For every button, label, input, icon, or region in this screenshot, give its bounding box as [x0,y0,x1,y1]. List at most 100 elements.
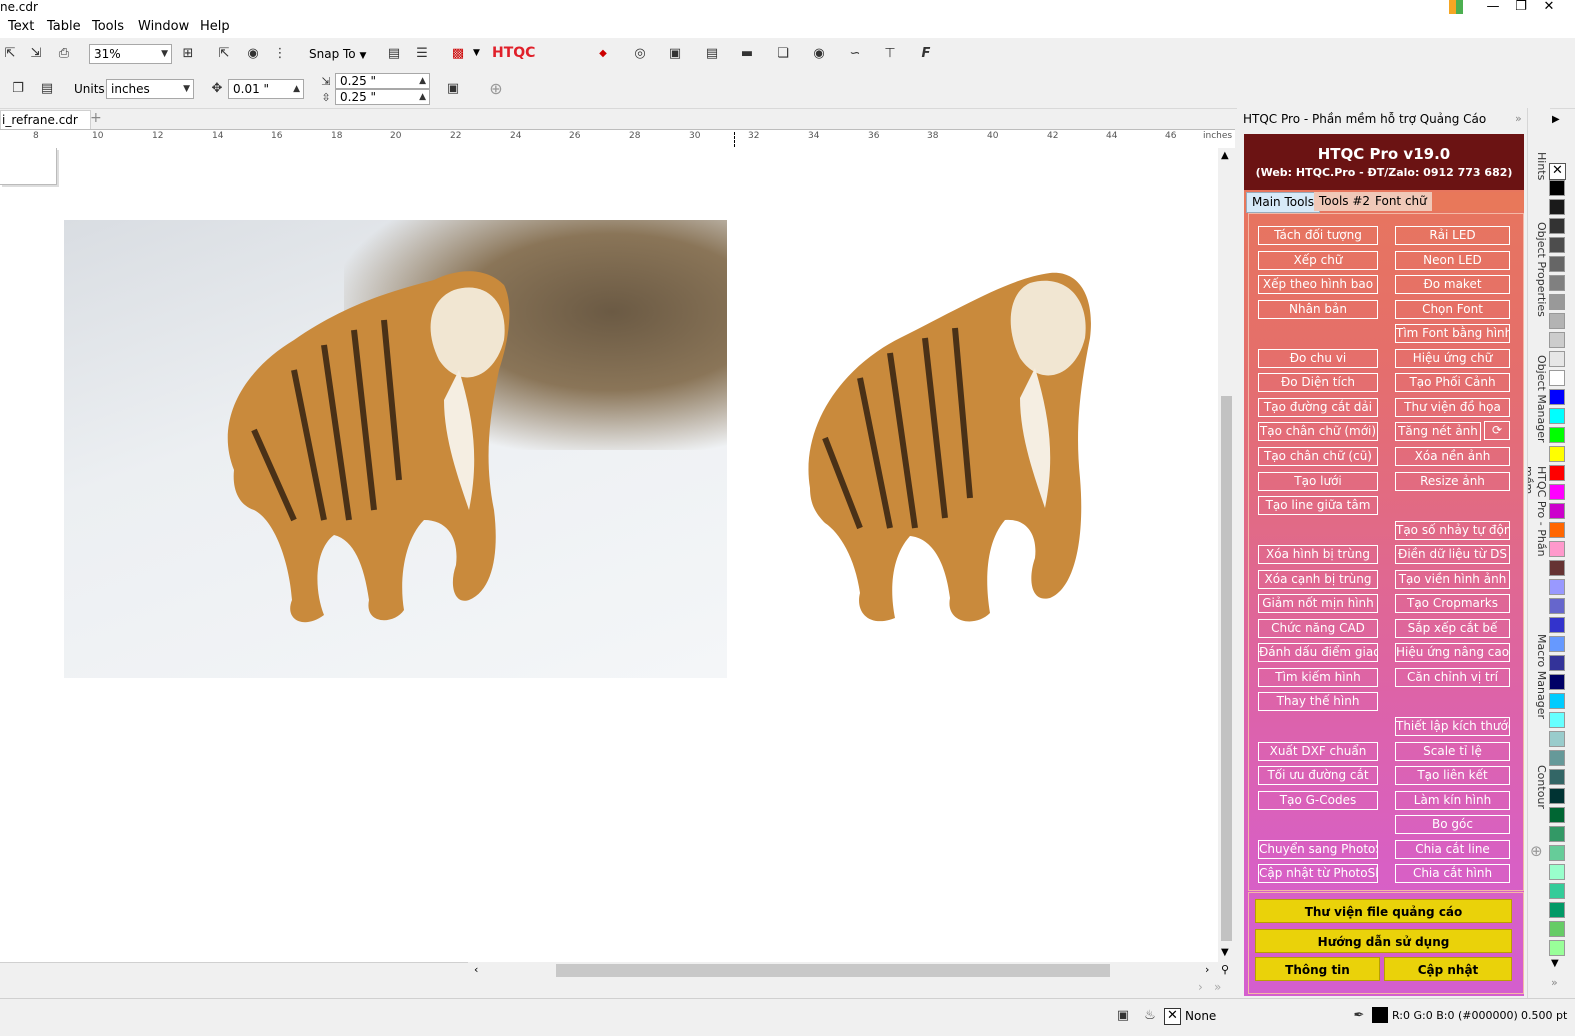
htqc-right-button-7[interactable]: Thư viện đồ họa [1395,398,1510,417]
nudge-icon[interactable]: ✥ [207,80,227,98]
tool-circles-icon[interactable]: ◎ [630,45,650,63]
menu-table[interactable]: Table [47,19,81,34]
dock-tab-hints[interactable]: Hints [1528,152,1548,180]
palette-swatch[interactable] [1549,921,1565,937]
options-icon[interactable]: ▤ [384,45,404,63]
palette-swatch[interactable] [1549,180,1565,196]
htqc-right-button-12[interactable]: Tạo số nhảy tự động [1395,521,1510,540]
palette-swatch[interactable] [1549,712,1565,728]
tab-main-tools[interactable]: Main Tools [1246,192,1321,213]
tool-ruler-icon[interactable]: ▤ [702,45,722,63]
htqc-left-button-2[interactable]: Xếp theo hình bao [1258,275,1378,294]
dock-add-icon[interactable]: ⊕ [1530,842,1543,860]
htqc-left-button-19[interactable]: Thay thế hình [1258,692,1378,711]
dock-tab-object-manager[interactable]: Object Manager [1528,355,1548,443]
htqc-left-button-22[interactable]: Tối ưu đường cắt [1258,766,1378,785]
palette-swatch[interactable] [1549,693,1565,709]
palette-swatch[interactable] [1549,332,1565,348]
palette-swatch[interactable] [1549,864,1565,880]
scroll-down-icon[interactable]: ▼ [1221,947,1229,958]
palette-swatch[interactable] [1549,370,1565,386]
tool-layers-icon[interactable]: ❏ [773,45,793,63]
htqc-right-button-3[interactable]: Chọn Font [1395,300,1510,319]
dock-scroll-right-icon[interactable]: ▶ [1552,114,1560,125]
minimize-icon[interactable]: — [1480,0,1506,16]
palette-swatch[interactable] [1549,351,1565,367]
settings-list-icon[interactable]: ☰ [412,45,432,63]
palette-swatch[interactable] [1549,750,1565,766]
horizontal-ruler[interactable]: 8 10 12 14 16 18 20 22 24 26 28 30 32 34… [0,129,1235,149]
palette-swatch[interactable] [1549,769,1565,785]
rulers-icon[interactable]: ⇱ [214,45,234,63]
guide-button[interactable]: Hướng dẫn sử dụng [1255,929,1512,953]
palette-swatch[interactable] [1549,465,1565,481]
palette-swatch[interactable] [1549,541,1565,557]
launcher-chevron-icon[interactable]: ▼ [473,48,480,58]
htqc-left-button-8[interactable]: Tạo chân chữ (mới) [1258,422,1378,441]
palette-swatch[interactable] [1549,484,1565,500]
htqc-right-button-17[interactable]: Hiệu ứng nâng cao [1395,643,1510,662]
palette-swatch[interactable] [1549,294,1565,310]
htqc-logo-icon[interactable]: ◆ [593,45,613,63]
palette-swatch[interactable] [1549,522,1565,538]
htqc-right-button-8[interactable]: Tăng nét ảnh [1395,422,1481,441]
htqc-right-button-10[interactable]: Resize ảnh [1395,472,1510,491]
htqc-right-button-0[interactable]: Rải LED [1395,226,1510,245]
menu-window[interactable]: Window [138,19,189,34]
tool-measure-icon[interactable]: ▬ [737,45,757,63]
htqc-right-button-25[interactable]: Chia cắt line [1395,840,1510,859]
horizontal-scrollbar[interactable]: ‹ › ⚲ [470,962,1235,978]
palette-swatch[interactable] [1549,807,1565,823]
update-button[interactable]: Cập nhật [1384,957,1512,981]
fill-bucket-icon[interactable]: ♨ [1140,1007,1160,1025]
htqc-left-button-23[interactable]: Tạo G-Codes [1258,791,1378,810]
tool-frame-icon[interactable]: ▣ [665,45,685,63]
info-button[interactable]: Thông tin [1255,957,1380,981]
palette-swatch[interactable] [1549,655,1565,671]
document-tab[interactable]: i_refrane.cdr [0,110,91,130]
htqc-right-button-18[interactable]: Căn chỉnh vị trí [1395,668,1510,687]
palette-swatch[interactable] [1549,313,1565,329]
chevron-double-right-icon[interactable]: » [1214,980,1221,994]
palette-swatch[interactable] [1549,788,1565,804]
palette-swatch[interactable] [1549,845,1565,861]
palette-swatch[interactable] [1549,940,1565,956]
htqc-right-button-26[interactable]: Chia cắt hình [1395,864,1510,883]
htqc-right-button-23[interactable]: Làm kín hình [1395,791,1510,810]
palette-swatch[interactable] [1549,636,1565,652]
palette-expand-icon[interactable]: » [1551,976,1558,989]
page-layout-icon[interactable]: ❐ [8,80,28,98]
add-document-tab-icon[interactable]: + [90,110,102,126]
htqc-left-button-26[interactable]: Cập nhật từ PhotoSho [1258,864,1378,883]
zoom-level-select[interactable]: 31% ▼ [89,44,172,64]
add-toolbar-item-icon[interactable]: ⊕ [486,80,506,98]
htqc-left-button-6[interactable]: Đo Diện tích [1258,373,1378,392]
no-color-swatch[interactable]: ✕ [1549,163,1566,180]
application-launcher-icon[interactable]: ▩ [448,45,468,63]
dock-tab-contour[interactable]: Contour [1528,765,1548,809]
htqc-right-button-9[interactable]: Xóa nền ảnh [1395,447,1510,466]
palette-swatch[interactable] [1549,560,1565,576]
palette-swatch[interactable] [1549,389,1565,405]
htqc-left-button-7[interactable]: Tạo đường cắt dải [1258,398,1378,417]
treat-as-filled-icon[interactable]: ▣ [443,80,463,98]
palette-swatch[interactable] [1549,826,1565,842]
palette-swatch[interactable] [1549,598,1565,614]
tiger-cutout[interactable] [780,258,1110,638]
outline-pen-icon[interactable]: ✒ [1349,1007,1369,1025]
htqc-left-button-0[interactable]: Tách đối tượng [1258,226,1378,245]
stepper-icon[interactable]: ▲ [293,80,300,98]
stepper-icon[interactable]: ▲ [419,90,426,104]
nudge-distance-input[interactable]: 0.01 " ▲ [228,79,304,99]
htqc-right-button-5[interactable]: Hiệu ứng chữ [1395,349,1510,368]
outline-color-swatch[interactable] [1372,1007,1388,1023]
htqc-right-button-24[interactable]: Bo góc [1395,815,1510,834]
chevron-right-icon[interactable]: › [1198,980,1203,994]
dock-tab-object-properties[interactable]: Object Properties [1528,222,1548,317]
palette-swatch[interactable] [1549,237,1565,253]
scroll-up-icon[interactable]: ▲ [1221,150,1229,161]
palette-scroll-down-icon[interactable]: ▼ [1551,958,1559,969]
palette-swatch[interactable] [1549,427,1565,443]
units-select[interactable]: inches ▼ [106,79,194,99]
vertical-scrollbar[interactable]: ▲ ▼ [1218,148,1235,962]
